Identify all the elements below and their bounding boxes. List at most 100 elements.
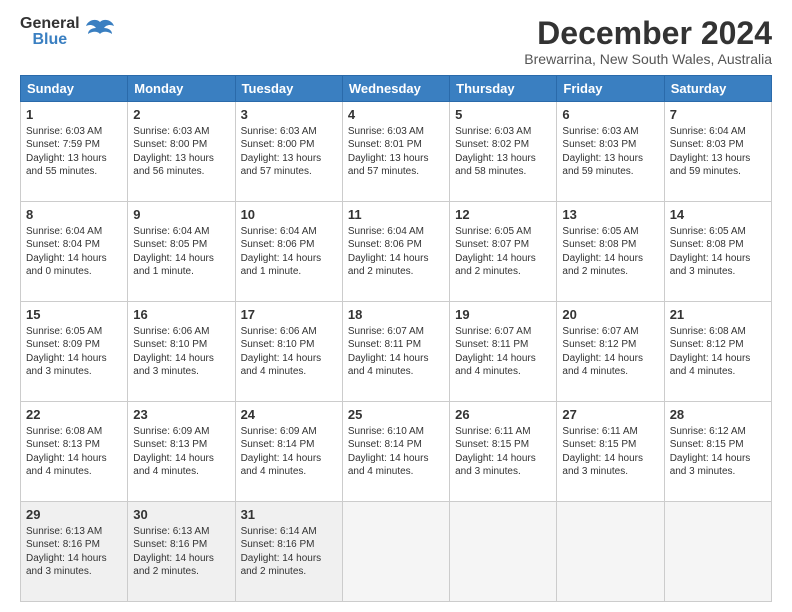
daylight-text: Daylight: 14 hours and 4 minutes. — [348, 453, 429, 478]
daylight-text: Daylight: 13 hours and 59 minutes. — [562, 153, 643, 178]
calendar-day-header: Saturday — [664, 76, 771, 102]
day-number: 18 — [348, 306, 444, 324]
sunset-text: Sunset: 8:10 PM — [133, 339, 207, 350]
sunset-text: Sunset: 8:10 PM — [241, 339, 315, 350]
daylight-text: Daylight: 13 hours and 58 minutes. — [455, 153, 536, 178]
sunset-text: Sunset: 8:08 PM — [670, 239, 744, 250]
calendar-cell: 16 Sunrise: 6:06 AM Sunset: 8:10 PM Dayl… — [128, 302, 235, 402]
calendar-cell: 5 Sunrise: 6:03 AM Sunset: 8:02 PM Dayli… — [450, 102, 557, 202]
calendar-cell — [342, 502, 449, 602]
calendar-cell — [557, 502, 664, 602]
sunset-text: Sunset: 8:16 PM — [133, 539, 207, 550]
header: General Blue December 2024 Brewarrina, N… — [20, 16, 772, 67]
day-number: 14 — [670, 206, 766, 224]
daylight-text: Daylight: 14 hours and 4 minutes. — [241, 453, 322, 478]
daylight-text: Daylight: 14 hours and 3 minutes. — [455, 453, 536, 478]
daylight-text: Daylight: 14 hours and 3 minutes. — [670, 453, 751, 478]
daylight-text: Daylight: 14 hours and 1 minute. — [133, 253, 214, 278]
sunset-text: Sunset: 8:12 PM — [562, 339, 636, 350]
daylight-text: Daylight: 14 hours and 4 minutes. — [562, 353, 643, 378]
sunset-text: Sunset: 8:12 PM — [670, 339, 744, 350]
day-number: 24 — [241, 406, 337, 424]
daylight-text: Daylight: 14 hours and 2 minutes. — [455, 253, 536, 278]
daylight-text: Daylight: 14 hours and 4 minutes. — [455, 353, 536, 378]
calendar-cell: 7 Sunrise: 6:04 AM Sunset: 8:03 PM Dayli… — [664, 102, 771, 202]
sunrise-text: Sunrise: 6:11 AM — [455, 426, 530, 437]
sunset-text: Sunset: 8:00 PM — [241, 139, 315, 150]
sunrise-text: Sunrise: 6:08 AM — [26, 426, 102, 437]
sunrise-text: Sunrise: 6:10 AM — [348, 426, 424, 437]
daylight-text: Daylight: 14 hours and 3 minutes. — [26, 553, 107, 578]
calendar-cell: 9 Sunrise: 6:04 AM Sunset: 8:05 PM Dayli… — [128, 202, 235, 302]
calendar-cell: 4 Sunrise: 6:03 AM Sunset: 8:01 PM Dayli… — [342, 102, 449, 202]
day-number: 30 — [133, 506, 229, 524]
daylight-text: Daylight: 14 hours and 3 minutes. — [26, 353, 107, 378]
daylight-text: Daylight: 14 hours and 4 minutes. — [348, 353, 429, 378]
calendar-day-header: Wednesday — [342, 76, 449, 102]
page: General Blue December 2024 Brewarrina, N… — [0, 0, 792, 612]
sunrise-text: Sunrise: 6:03 AM — [133, 126, 209, 137]
daylight-text: Daylight: 14 hours and 1 minute. — [241, 253, 322, 278]
day-number: 20 — [562, 306, 658, 324]
sunrise-text: Sunrise: 6:04 AM — [241, 226, 317, 237]
daylight-text: Daylight: 14 hours and 3 minutes. — [670, 253, 751, 278]
sunrise-text: Sunrise: 6:05 AM — [455, 226, 531, 237]
daylight-text: Daylight: 14 hours and 3 minutes. — [133, 353, 214, 378]
sunrise-text: Sunrise: 6:07 AM — [455, 326, 531, 337]
daylight-text: Daylight: 13 hours and 59 minutes. — [670, 153, 751, 178]
sunset-text: Sunset: 8:16 PM — [26, 539, 100, 550]
sunset-text: Sunset: 8:07 PM — [455, 239, 529, 250]
daylight-text: Daylight: 13 hours and 55 minutes. — [26, 153, 107, 178]
sunrise-text: Sunrise: 6:04 AM — [670, 126, 746, 137]
sunset-text: Sunset: 8:11 PM — [455, 339, 528, 350]
sunset-text: Sunset: 8:03 PM — [562, 139, 636, 150]
daylight-text: Daylight: 14 hours and 4 minutes. — [133, 453, 214, 478]
day-number: 19 — [455, 306, 551, 324]
calendar-header-row: SundayMondayTuesdayWednesdayThursdayFrid… — [21, 76, 772, 102]
day-number: 31 — [241, 506, 337, 524]
calendar-cell: 3 Sunrise: 6:03 AM Sunset: 8:00 PM Dayli… — [235, 102, 342, 202]
calendar-cell: 31 Sunrise: 6:14 AM Sunset: 8:16 PM Dayl… — [235, 502, 342, 602]
calendar-day-header: Sunday — [21, 76, 128, 102]
sunset-text: Sunset: 8:06 PM — [348, 239, 422, 250]
sunrise-text: Sunrise: 6:05 AM — [562, 226, 638, 237]
sunset-text: Sunset: 8:11 PM — [348, 339, 421, 350]
day-number: 17 — [241, 306, 337, 324]
sunrise-text: Sunrise: 6:06 AM — [241, 326, 317, 337]
sunrise-text: Sunrise: 6:03 AM — [26, 126, 102, 137]
sunrise-text: Sunrise: 6:03 AM — [348, 126, 424, 137]
calendar-cell: 11 Sunrise: 6:04 AM Sunset: 8:06 PM Dayl… — [342, 202, 449, 302]
sunset-text: Sunset: 8:01 PM — [348, 139, 422, 150]
calendar-cell: 25 Sunrise: 6:10 AM Sunset: 8:14 PM Dayl… — [342, 402, 449, 502]
day-number: 22 — [26, 406, 122, 424]
daylight-text: Daylight: 14 hours and 2 minutes. — [348, 253, 429, 278]
calendar-day-header: Tuesday — [235, 76, 342, 102]
sunrise-text: Sunrise: 6:05 AM — [670, 226, 746, 237]
logo: General Blue — [20, 16, 116, 48]
calendar-cell — [450, 502, 557, 602]
calendar-day-header: Thursday — [450, 76, 557, 102]
sunrise-text: Sunrise: 6:12 AM — [670, 426, 746, 437]
day-number: 10 — [241, 206, 337, 224]
sunset-text: Sunset: 8:14 PM — [348, 439, 422, 450]
calendar-cell: 15 Sunrise: 6:05 AM Sunset: 8:09 PM Dayl… — [21, 302, 128, 402]
sunrise-text: Sunrise: 6:06 AM — [133, 326, 209, 337]
sunrise-text: Sunrise: 6:11 AM — [562, 426, 637, 437]
logo-general: General — [20, 16, 80, 32]
day-number: 28 — [670, 406, 766, 424]
day-number: 8 — [26, 206, 122, 224]
calendar-cell: 8 Sunrise: 6:04 AM Sunset: 8:04 PM Dayli… — [21, 202, 128, 302]
calendar-cell: 21 Sunrise: 6:08 AM Sunset: 8:12 PM Dayl… — [664, 302, 771, 402]
calendar-cell: 22 Sunrise: 6:08 AM Sunset: 8:13 PM Dayl… — [21, 402, 128, 502]
sunrise-text: Sunrise: 6:09 AM — [241, 426, 317, 437]
daylight-text: Daylight: 14 hours and 2 minutes. — [562, 253, 643, 278]
calendar-cell: 17 Sunrise: 6:06 AM Sunset: 8:10 PM Dayl… — [235, 302, 342, 402]
sunset-text: Sunset: 8:05 PM — [133, 239, 207, 250]
day-number: 11 — [348, 206, 444, 224]
daylight-text: Daylight: 13 hours and 56 minutes. — [133, 153, 214, 178]
calendar-cell: 23 Sunrise: 6:09 AM Sunset: 8:13 PM Dayl… — [128, 402, 235, 502]
calendar-cell: 12 Sunrise: 6:05 AM Sunset: 8:07 PM Dayl… — [450, 202, 557, 302]
daylight-text: Daylight: 14 hours and 4 minutes. — [26, 453, 107, 478]
sunset-text: Sunset: 8:13 PM — [133, 439, 207, 450]
daylight-text: Daylight: 14 hours and 3 minutes. — [562, 453, 643, 478]
